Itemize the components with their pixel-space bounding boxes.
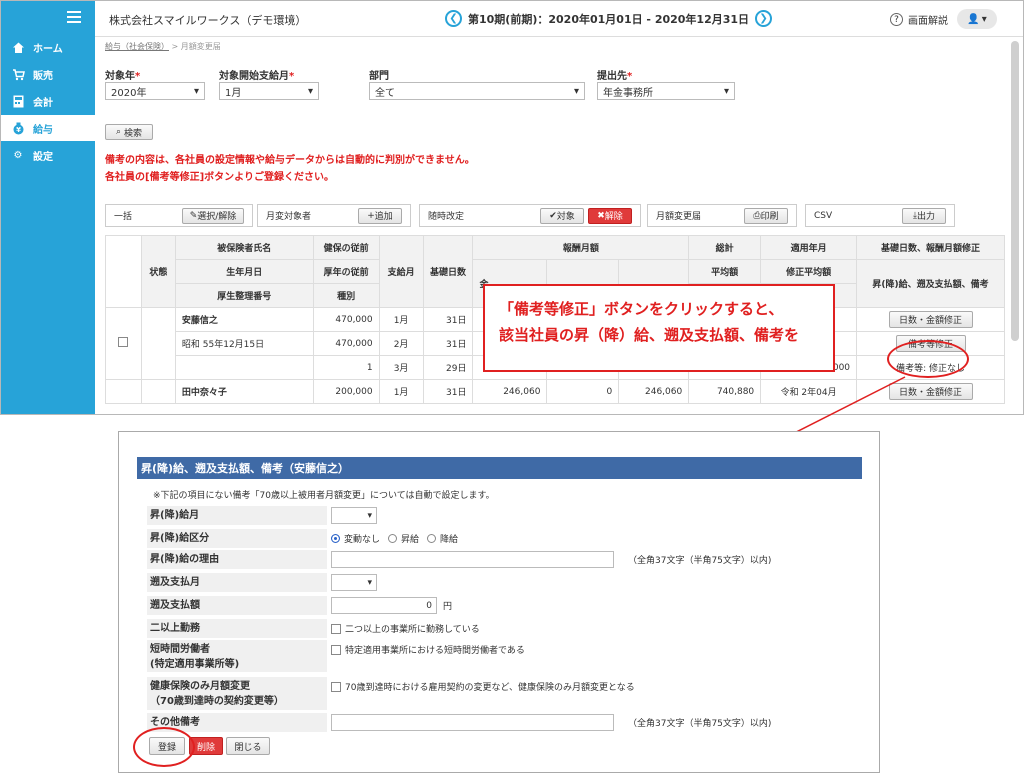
short-time-checkbox[interactable] bbox=[331, 644, 341, 655]
field-label: 昇(降)給の理由 bbox=[147, 550, 327, 569]
raise-reason-row: 昇(降)給の理由 （全角37文字（半角75文字）以内) bbox=[147, 550, 859, 569]
retro-amount-row: 遡及支払額 0 円 bbox=[147, 596, 859, 615]
other-note-row: その他備考 （全角37文字（半角75文字）以内) bbox=[147, 713, 859, 732]
radio-raise[interactable] bbox=[388, 534, 398, 543]
field-label: 短時間労働者 (特定適用事業所等) bbox=[147, 640, 327, 672]
field-label: 昇(降)給区分 bbox=[147, 529, 327, 548]
health-only-row: 健康保険のみ月額変更 （70歳到達時の契約変更等） 70歳到達時における雇用契約の… bbox=[147, 677, 859, 710]
chevron-down-icon: ▾ bbox=[367, 577, 372, 588]
raise-month-select[interactable]: ▾ bbox=[331, 507, 377, 524]
other-note-input[interactable] bbox=[331, 714, 614, 731]
field-label: 二以上勤務 bbox=[147, 619, 327, 638]
dialog-title: 昇(降)給、遡及支払額、備考（安藤信之） bbox=[137, 457, 862, 479]
field-label: 遡及支払額 bbox=[147, 596, 327, 615]
unit-label: 円 bbox=[443, 602, 453, 612]
radio-no-change[interactable] bbox=[331, 534, 340, 543]
raise-month-row: 昇(降)給月 ▾ bbox=[147, 506, 859, 525]
close-button[interactable]: 閉じる bbox=[226, 737, 270, 755]
raise-reason-input[interactable] bbox=[331, 551, 614, 568]
multi-work-checkbox[interactable] bbox=[331, 623, 341, 634]
short-time-row: 短時間労働者 (特定適用事業所等) 特定適用事業所における短時間労働者である bbox=[147, 640, 859, 672]
retro-month-row: 遡及支払月 ▾ bbox=[147, 573, 859, 592]
field-label: 健康保険のみ月額変更 （70歳到達時の契約変更等） bbox=[147, 677, 327, 710]
field-label: 遡及支払月 bbox=[147, 573, 327, 592]
dialog-note: ※下記の項目にない備考「70歳以上被用者月額変更」については自動で設定します。 bbox=[153, 491, 495, 501]
retro-amount-input[interactable]: 0 bbox=[331, 597, 437, 614]
char-limit-hint: （全角37文字（半角75文字）以内) bbox=[628, 719, 772, 729]
health-only-checkbox[interactable] bbox=[331, 681, 341, 692]
highlight-oval bbox=[133, 727, 195, 767]
chevron-down-icon: ▾ bbox=[367, 510, 372, 521]
remarks-dialog: 昇(降)給、遡及支払額、備考（安藤信之） ※下記の項目にない備考「70歳以上被用… bbox=[118, 431, 880, 773]
radio-reduction[interactable] bbox=[427, 534, 437, 543]
raise-type-row: 昇(降)給区分 変動なし 昇給 降給 bbox=[147, 529, 859, 548]
field-label: 昇(降)給月 bbox=[147, 506, 327, 525]
char-limit-hint: （全角37文字（半角75文字）以内) bbox=[628, 556, 772, 566]
retro-month-select[interactable]: ▾ bbox=[331, 574, 377, 591]
multi-work-row: 二以上勤務 二つ以上の事業所に勤務している bbox=[147, 619, 859, 638]
